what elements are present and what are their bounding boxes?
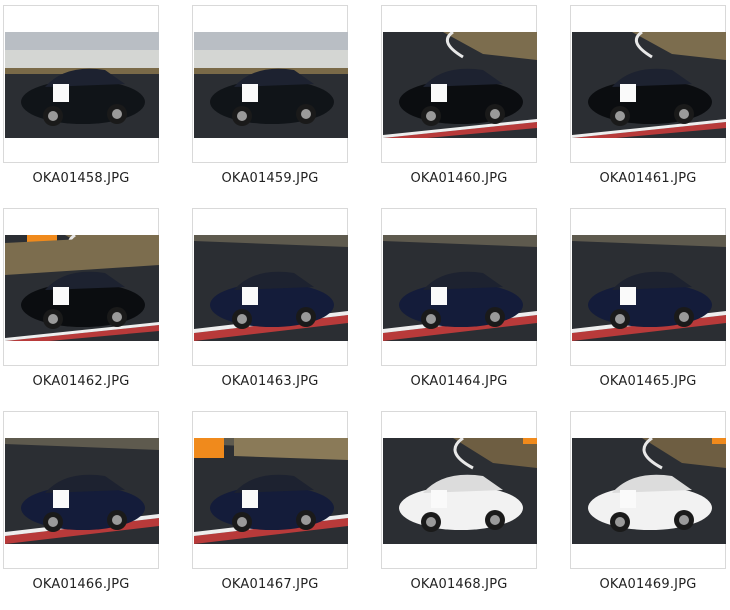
thumbnail-frame[interactable] xyxy=(570,5,726,163)
filename-label[interactable]: OKA01465.JPG xyxy=(567,374,729,389)
filename-label[interactable]: OKA01467.JPG xyxy=(189,577,351,592)
photo-thumbnail[interactable] xyxy=(383,32,537,138)
thumbnail-item[interactable]: OKA01460.JPG xyxy=(378,2,538,202)
filename-label[interactable]: OKA01466.JPG xyxy=(0,577,162,592)
filename-label[interactable]: OKA01463.JPG xyxy=(189,374,351,389)
thumbnail-frame[interactable] xyxy=(192,5,348,163)
thumbnail-item[interactable]: OKA01465.JPG xyxy=(567,205,727,405)
thumbnail-item[interactable]: OKA01464.JPG xyxy=(378,205,538,405)
thumbnail-frame[interactable] xyxy=(381,411,537,569)
thumbnail-frame[interactable] xyxy=(192,208,348,366)
filename-label[interactable]: OKA01468.JPG xyxy=(378,577,540,592)
thumbnail-frame[interactable] xyxy=(381,208,537,366)
thumbnail-item[interactable]: OKA01469.JPG xyxy=(567,408,727,608)
filename-label[interactable]: OKA01459.JPG xyxy=(189,171,351,186)
photo-thumbnail[interactable] xyxy=(572,32,726,138)
thumbnail-item[interactable]: OKA01467.JPG xyxy=(189,408,349,608)
thumbnail-frame[interactable] xyxy=(192,411,348,569)
filename-label[interactable]: OKA01460.JPG xyxy=(378,171,540,186)
filename-label[interactable]: OKA01461.JPG xyxy=(567,171,729,186)
thumbnail-frame[interactable] xyxy=(381,5,537,163)
thumbnail-item[interactable]: OKA01462.JPG xyxy=(0,205,160,405)
photo-thumbnail[interactable] xyxy=(5,32,159,138)
thumbnail-item[interactable]: OKA01458.JPG xyxy=(0,2,160,202)
thumbnail-frame[interactable] xyxy=(3,5,159,163)
photo-thumbnail[interactable] xyxy=(572,438,726,544)
thumbnail-item[interactable]: OKA01459.JPG xyxy=(189,2,349,202)
thumbnail-frame[interactable] xyxy=(570,411,726,569)
filename-label[interactable]: OKA01469.JPG xyxy=(567,577,729,592)
thumbnail-item[interactable]: OKA01463.JPG xyxy=(189,205,349,405)
photo-thumbnail[interactable] xyxy=(572,235,726,341)
thumbnail-item[interactable]: OKA01461.JPG xyxy=(567,2,727,202)
photo-thumbnail[interactable] xyxy=(5,235,159,341)
thumbnail-frame[interactable] xyxy=(3,411,159,569)
photo-thumbnail[interactable] xyxy=(194,32,348,138)
photo-thumbnail[interactable] xyxy=(194,235,348,341)
thumbnail-grid: OKA01458.JPG OKA01459.JPG OKA01460.JPG O… xyxy=(0,0,730,610)
photo-thumbnail[interactable] xyxy=(383,438,537,544)
filename-label[interactable]: OKA01462.JPG xyxy=(0,374,162,389)
filename-label[interactable]: OKA01458.JPG xyxy=(0,171,162,186)
thumbnail-frame[interactable] xyxy=(570,208,726,366)
thumbnail-item[interactable]: OKA01466.JPG xyxy=(0,408,160,608)
thumbnail-frame[interactable] xyxy=(3,208,159,366)
filename-label[interactable]: OKA01464.JPG xyxy=(378,374,540,389)
photo-thumbnail[interactable] xyxy=(383,235,537,341)
photo-thumbnail[interactable] xyxy=(5,438,159,544)
thumbnail-item[interactable]: OKA01468.JPG xyxy=(378,408,538,608)
photo-thumbnail[interactable] xyxy=(194,438,348,544)
